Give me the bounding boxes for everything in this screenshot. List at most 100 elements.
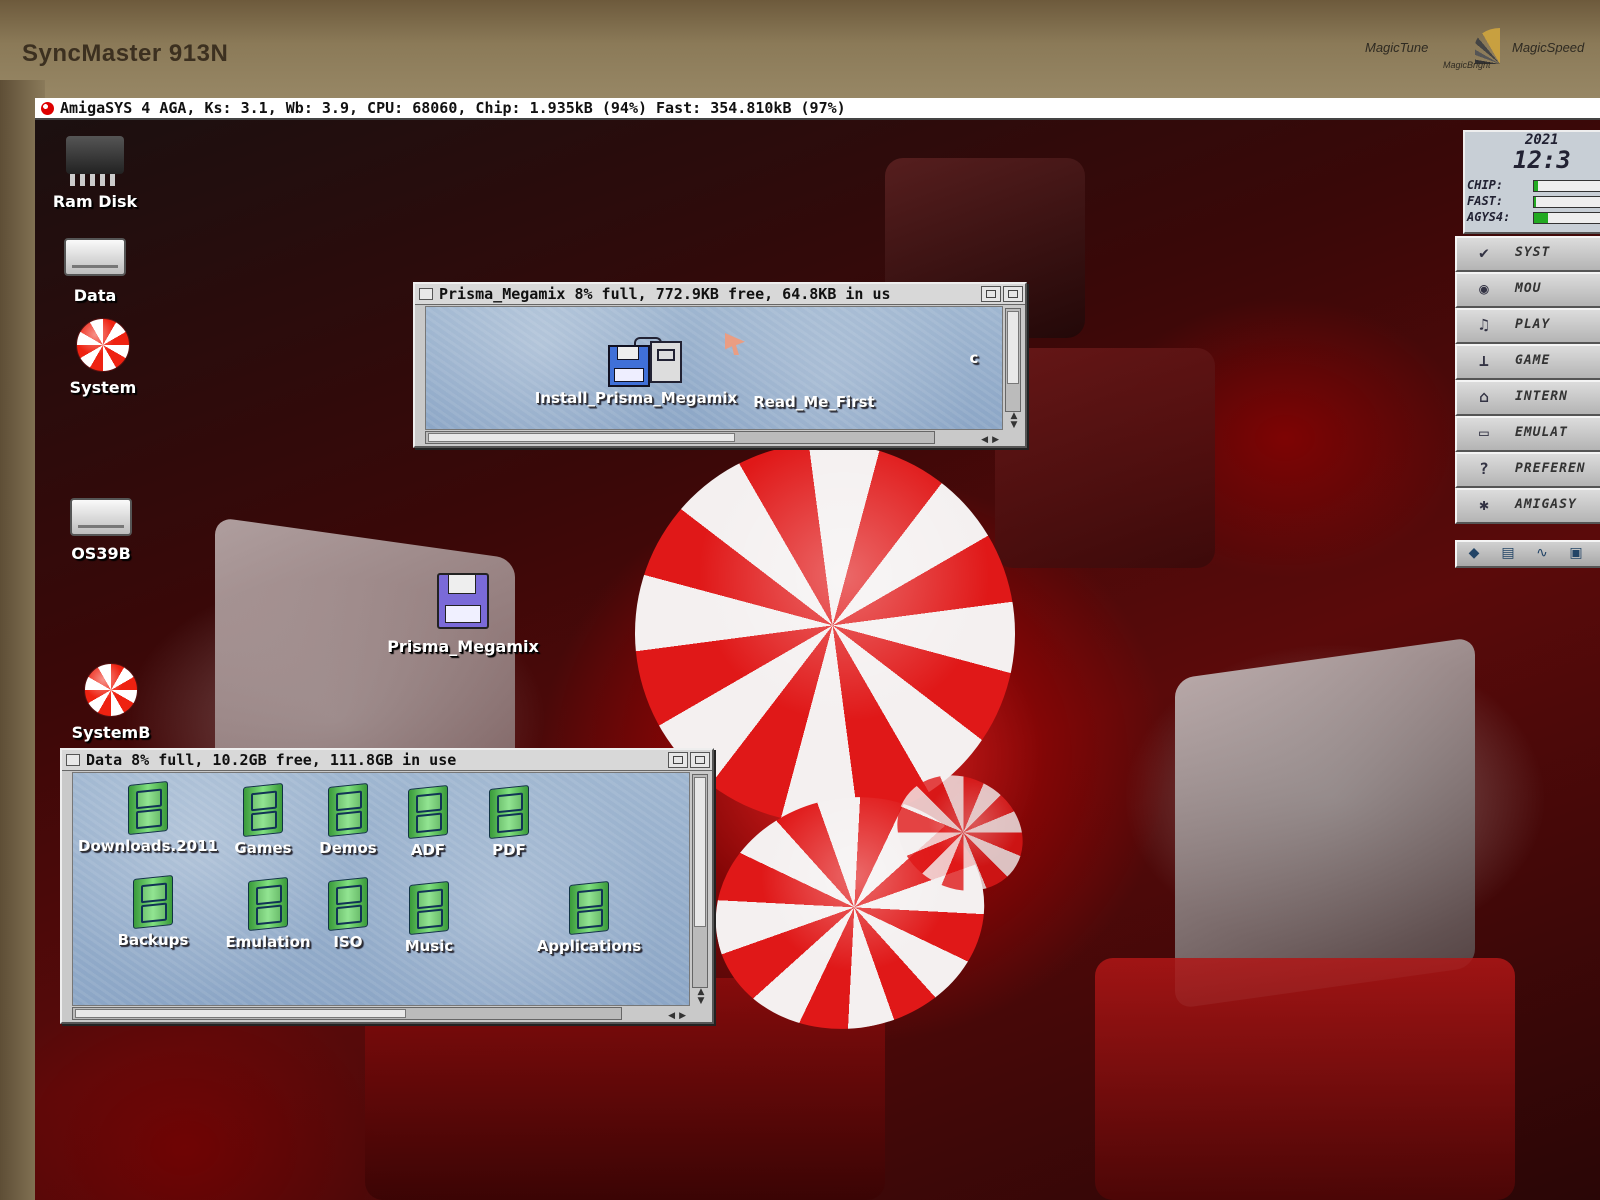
dock-button-label: MOU bbox=[1515, 281, 1542, 296]
data-drive-window[interactable]: Data 8% full, 10.2GB free, 111.8GB in us… bbox=[60, 748, 714, 1024]
screen-tool-icon[interactable]: ▣ bbox=[1559, 542, 1593, 564]
amigasys-dock: 2021 12:3 CHIP: FAST: AGYS4: ✔ SYST ◉ MOU … bbox=[1455, 130, 1600, 568]
boing-ball-icon bbox=[84, 663, 138, 717]
icon-label: Backups bbox=[117, 931, 189, 949]
help-icon: ? bbox=[1479, 459, 1489, 478]
dock-button-label: INTERN bbox=[1515, 389, 1568, 404]
vertical-scrollbar[interactable] bbox=[692, 774, 708, 988]
window-zoom-button[interactable] bbox=[981, 286, 1001, 302]
icon-label: Install_Prisma_Megamix bbox=[534, 389, 738, 407]
scroll-knob[interactable] bbox=[428, 433, 735, 442]
backdrop-cube bbox=[1095, 958, 1515, 1200]
drawer-music[interactable]: Music bbox=[389, 880, 469, 955]
drawer-icon bbox=[128, 780, 168, 836]
drawer-icon bbox=[248, 876, 288, 932]
dock-button-preferences[interactable]: ? PREFEREN bbox=[1455, 452, 1600, 488]
meter-label: CHIP: bbox=[1467, 178, 1504, 192]
audio-tool-icon[interactable]: ∿ bbox=[1525, 542, 1559, 564]
horizontal-scrollbar[interactable] bbox=[425, 431, 935, 444]
dock-button-emulation[interactable]: ▭ EMULAT bbox=[1455, 416, 1600, 452]
monitor-model-label: SyncMaster 913N bbox=[22, 40, 229, 67]
stray-glyph: c bbox=[969, 349, 979, 367]
screen-title-bar[interactable]: AmigaSYS 4 AGA, Ks: 3.1, Wb: 3.9, CPU: 6… bbox=[35, 98, 1600, 120]
scroll-knob[interactable] bbox=[694, 777, 706, 928]
drawer-downloads-2011[interactable]: Downloads.2011 bbox=[78, 780, 218, 855]
window-title-bar[interactable]: Data 8% full, 10.2GB free, 111.8GB in us… bbox=[62, 750, 712, 771]
drawer-icon bbox=[133, 874, 173, 930]
icon-read-me-first[interactable]: Read_Me_First bbox=[744, 389, 884, 411]
vertical-scrollbar[interactable] bbox=[1005, 308, 1021, 412]
scroll-arrows-horizontal[interactable]: ◀▶ bbox=[668, 1011, 690, 1021]
horizontal-scrollbar[interactable] bbox=[72, 1007, 622, 1020]
scroll-arrows-vertical[interactable]: ▲ ▼ bbox=[693, 988, 709, 1006]
clock-memory-panel: 2021 12:3 CHIP: FAST: AGYS4: bbox=[1463, 130, 1600, 234]
drawer-demos[interactable]: Demos bbox=[308, 782, 388, 857]
drawer-icon bbox=[569, 880, 609, 936]
window-contents: Downloads.2011 Games Demos ADF PDF Backu… bbox=[72, 772, 690, 1006]
notepad-tool-icon[interactable]: ▤ bbox=[1491, 542, 1525, 564]
icon-label: ISO bbox=[333, 933, 363, 951]
window-close-button[interactable] bbox=[66, 754, 80, 766]
desktop-icon-data[interactable]: Data bbox=[45, 238, 145, 305]
scroll-arrows-vertical[interactable]: ▲ ▼ bbox=[1006, 412, 1022, 430]
desktop-icon-label: Ram Disk bbox=[52, 192, 138, 211]
desktop-icon-system[interactable]: System bbox=[53, 318, 153, 397]
icon-install-prisma-megamix[interactable]: Install_Prisma_Megamix bbox=[526, 337, 746, 407]
dock-button-label: GAME bbox=[1515, 353, 1551, 368]
screen-title-text: AmigaSYS 4 AGA, Ks: 3.1, Wb: 3.9, CPU: 6… bbox=[60, 99, 846, 117]
desktop-icon-label: SystemB bbox=[71, 723, 151, 742]
window-title-bar[interactable]: Prisma_Megamix 8% full, 772.9KB free, 64… bbox=[415, 284, 1025, 305]
icon-label: Music bbox=[404, 937, 454, 955]
icon-label: Games bbox=[234, 839, 292, 857]
prisma-megamix-window[interactable]: Prisma_Megamix 8% full, 772.9KB free, 64… bbox=[413, 282, 1027, 448]
boing-ball-icon bbox=[41, 102, 54, 115]
monitor-bezel-top bbox=[0, 0, 1600, 110]
music-note-icon: ♫ bbox=[1479, 315, 1489, 334]
drawer-iso[interactable]: ISO bbox=[313, 876, 383, 951]
dock-button-games[interactable]: ⊥ GAME bbox=[1455, 344, 1600, 380]
desktop-icon-ram-disk[interactable]: Ram Disk bbox=[45, 136, 145, 211]
dock-button-label: SYST bbox=[1515, 245, 1551, 260]
drawer-emulation[interactable]: Emulation bbox=[218, 876, 318, 951]
window-zoom-button[interactable] bbox=[668, 752, 688, 768]
dock-button-label: AMIGASY bbox=[1515, 497, 1577, 512]
dock-button-system[interactable]: ✔ SYST bbox=[1455, 236, 1600, 272]
dock-button-internet[interactable]: ⌂ INTERN bbox=[1455, 380, 1600, 416]
monitor-brand-magicspeed: MagicSpeed bbox=[1512, 40, 1585, 55]
scroll-arrows-horizontal[interactable]: ◀▶ bbox=[981, 435, 1003, 445]
scroll-knob[interactable] bbox=[1007, 311, 1019, 385]
dock-button-label: PREFEREN bbox=[1515, 461, 1586, 476]
drawer-icon bbox=[243, 782, 283, 838]
desktop-icon-label: OS39B bbox=[71, 544, 131, 563]
dock-button-play[interactable]: ♫ PLAY bbox=[1455, 308, 1600, 344]
drawer-adf[interactable]: ADF bbox=[388, 784, 468, 859]
drawer-applications[interactable]: Applications bbox=[529, 880, 649, 955]
drawer-icon bbox=[408, 784, 448, 840]
window-title-text: Data 8% full, 10.2GB free, 111.8GB in us… bbox=[86, 751, 457, 769]
drawer-icon bbox=[489, 784, 529, 840]
drawer-tool-icon[interactable]: ◆ bbox=[1457, 542, 1491, 564]
chip-memory-meter bbox=[1533, 180, 1600, 192]
ram-chip-icon bbox=[66, 136, 124, 186]
icon-label: Demos bbox=[319, 839, 377, 857]
desktop-icon-os39b[interactable]: OS39B bbox=[51, 498, 151, 563]
hard-drive-icon bbox=[64, 238, 126, 276]
dock-tool-strip: ◆ ▤ ∿ ▣ bbox=[1455, 540, 1600, 568]
window-depth-button[interactable] bbox=[690, 752, 710, 768]
window-close-button[interactable] bbox=[419, 288, 433, 300]
scroll-knob[interactable] bbox=[75, 1009, 406, 1018]
installer-icon bbox=[586, 337, 686, 387]
monitor-icon: ▭ bbox=[1479, 423, 1489, 442]
window-depth-button[interactable] bbox=[1003, 286, 1023, 302]
drawer-pdf[interactable]: PDF bbox=[469, 784, 549, 859]
desktop-icon-prisma-megamix[interactable]: Prisma_Megamix bbox=[383, 573, 543, 656]
dock-button-mouse[interactable]: ◉ MOU bbox=[1455, 272, 1600, 308]
drawer-backups[interactable]: Backups bbox=[103, 874, 203, 949]
desktop-icon-systemb[interactable]: SystemB bbox=[61, 663, 161, 742]
dock-button-amigasys[interactable]: ✱ AMIGASY bbox=[1455, 488, 1600, 524]
window-title-text: Prisma_Megamix 8% full, 772.9KB free, 64… bbox=[439, 285, 891, 303]
backdrop-cube bbox=[995, 348, 1215, 568]
drawer-games[interactable]: Games bbox=[223, 782, 303, 857]
system-meter bbox=[1533, 212, 1600, 224]
fast-memory-meter bbox=[1533, 196, 1600, 208]
